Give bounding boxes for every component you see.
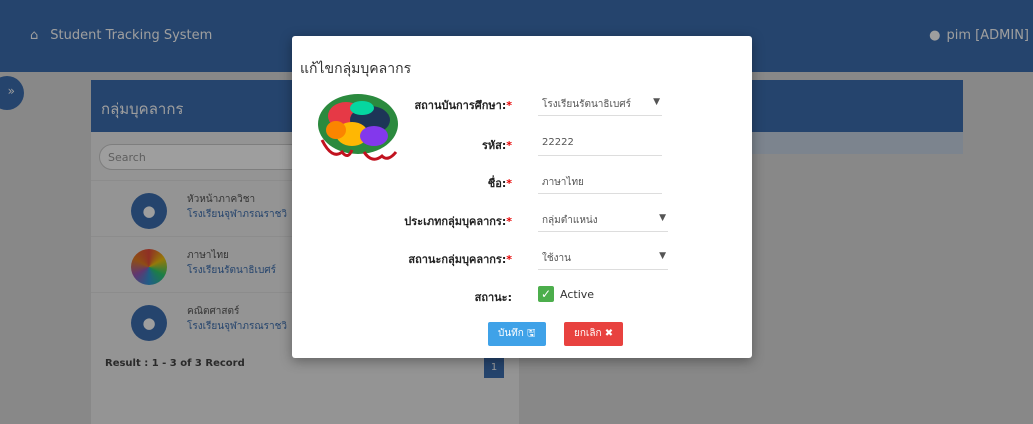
group-status-select[interactable]: ใช้งาน ▼ [538, 246, 668, 270]
status-label: สถานะ: [474, 291, 512, 304]
status-row: สถานะ: ✓ Active [292, 284, 752, 308]
name-input[interactable]: ภาษาไทย [538, 170, 662, 194]
edit-staff-group-modal: แก้ไขกลุ่มบุคลากร สถานบันการศึกษา:* โรงเ… [292, 36, 752, 358]
caret-down-icon: ▼ [653, 97, 660, 107]
active-label: Active [560, 288, 595, 301]
group-status-label: สถานะกลุ่มบุคลากร:* [408, 253, 512, 266]
group-type-select[interactable]: กลุ่มตำแหน่ง ▼ [538, 208, 668, 232]
code-label: รหัส:* [481, 139, 512, 152]
caret-down-icon: ▼ [659, 251, 666, 261]
institution-label: สถานบันการศึกษา:* [414, 99, 512, 112]
save-button[interactable]: บันทึก 🖫 [488, 322, 546, 346]
group-status-row: สถานะกลุ่มบุคลากร:* ใช้งาน ▼ [292, 246, 752, 270]
institution-row: สถานบันการศึกษา:* โรงเรียนรัตนาธิเบศร์ ▼ [292, 92, 752, 116]
code-input[interactable]: 22222 [538, 132, 662, 156]
group-type-row: ประเภทกลุ่มบุคลากร:* กลุ่มตำแหน่ง ▼ [292, 208, 752, 232]
name-label: ชื่อ:* [487, 177, 512, 190]
cancel-button[interactable]: ยกเลิก ✖ [564, 322, 624, 346]
institution-select[interactable]: โรงเรียนรัตนาธิเบศร์ ▼ [538, 92, 662, 116]
modal-title: แก้ไขกลุ่มบุคลากร [300, 61, 412, 77]
code-row: รหัส:* 22222 [292, 132, 752, 156]
name-row: ชื่อ:* ภาษาไทย [292, 170, 752, 194]
active-checkbox[interactable]: ✓ [538, 286, 554, 302]
caret-down-icon: ▼ [659, 213, 666, 223]
group-type-label: ประเภทกลุ่มบุคลากร:* [404, 215, 512, 228]
